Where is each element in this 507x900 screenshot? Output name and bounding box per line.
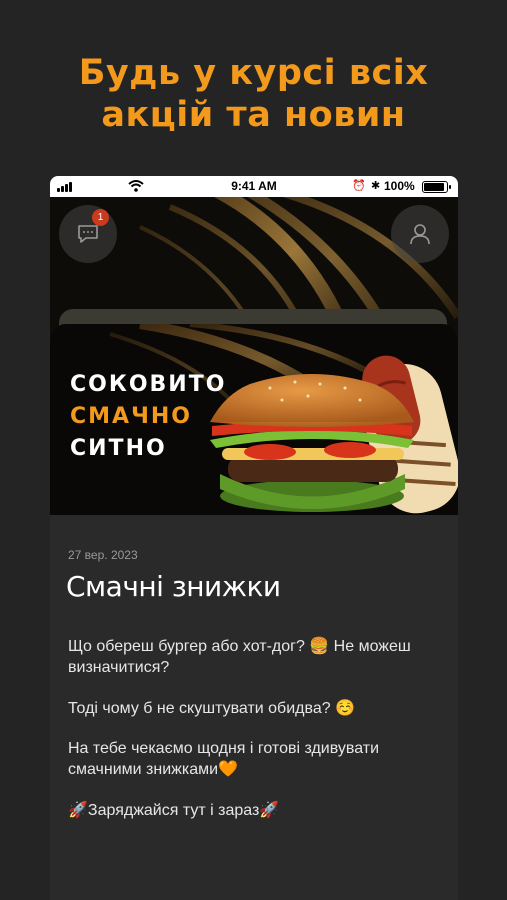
post-title: Смачні знижки (66, 570, 281, 603)
post-paragraph-2: Тоді чому б не скуштувати обидва? ☺️ (68, 700, 355, 717)
alarm-icon: ⏰ (352, 180, 366, 192)
promo-banner: СОКОВИТО СМАЧНО СИТНО (50, 324, 458, 515)
bluetooth-icon: ✱ (371, 180, 381, 192)
phone-frame: 9:41 AM ⏰ ✱ 100% 1 СОКОВИТО СМАЧНО СИТНО… (50, 176, 458, 900)
status-bar: 9:41 AM ⏰ ✱ 100% (50, 176, 458, 197)
profile-button[interactable] (391, 205, 449, 263)
user-icon (410, 224, 430, 245)
post-paragraph-1: Що обереш бургер або хот-дог? 🍔 Не можеш… (68, 638, 411, 676)
banner-line-1: СОКОВИТО (70, 372, 227, 397)
promo-headline: Будь у курсі всіх акцій та новин (0, 52, 507, 136)
post-paragraph-4: 🚀Заряджайся тут і зараз🚀 (68, 802, 280, 819)
banner-line-3: СИТНО (70, 436, 167, 461)
news-card: СОКОВИТО СМАЧНО СИТНО 27 вер. 2023 Смачн… (50, 324, 458, 900)
chat-icon (78, 225, 98, 243)
battery-icon (422, 181, 451, 193)
post-date: 27 вер. 2023 (68, 548, 138, 562)
banner-line-2: СМАЧНО (70, 404, 192, 429)
headline-line-2: акцій та новин (101, 95, 406, 135)
battery-percent: 100% (384, 179, 415, 193)
headline-line-1: Будь у курсі всіх (78, 53, 429, 93)
post-paragraph-3: На тебе чекаємо щодня і готові здивувати… (68, 740, 380, 778)
message-count-badge: 1 (92, 209, 109, 226)
